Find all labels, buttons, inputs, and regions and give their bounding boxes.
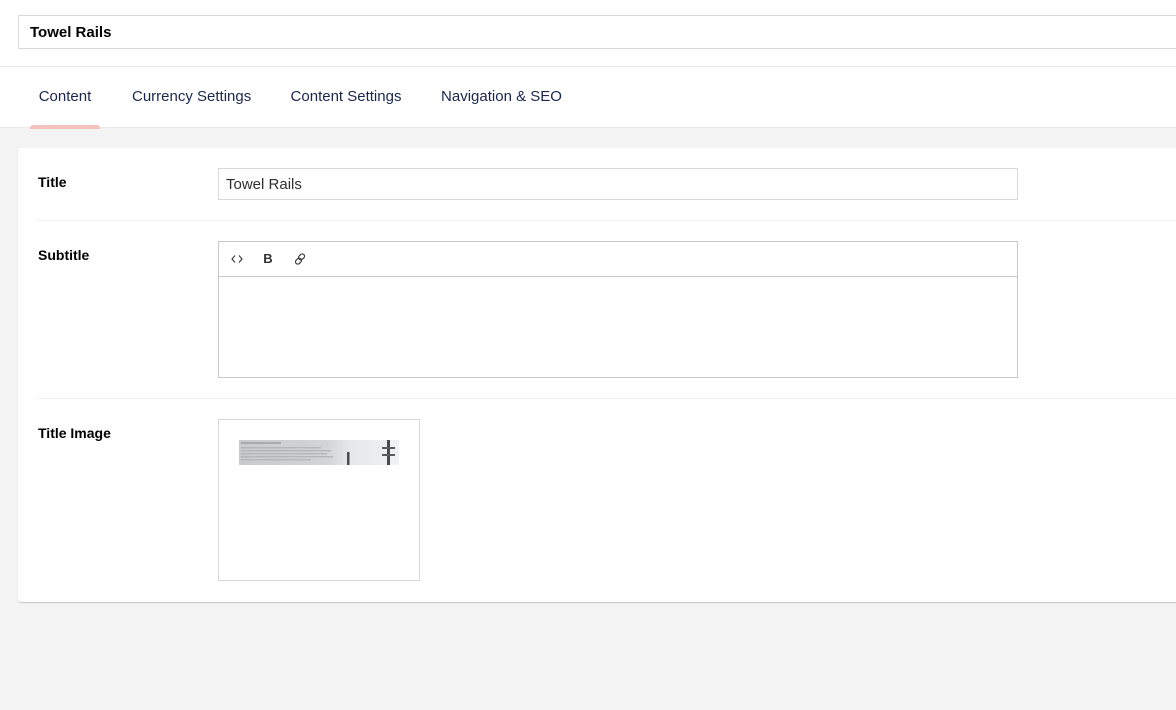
tab-content[interactable]: Content xyxy=(30,67,100,129)
link-icon[interactable] xyxy=(289,250,311,268)
tab-content-settings[interactable]: Content Settings xyxy=(290,67,402,128)
rte-toolbar: B xyxy=(219,242,1017,277)
tab-currency-settings-label: Currency Settings xyxy=(132,88,252,105)
row-divider xyxy=(38,398,1176,399)
active-tab-indicator xyxy=(30,125,100,129)
title-image-thumbnail xyxy=(239,440,399,465)
bold-button[interactable]: B xyxy=(257,250,279,268)
title-image-label: Title Image xyxy=(38,425,111,441)
title-label: Title xyxy=(38,174,67,190)
tab-navigation-seo[interactable]: Navigation & SEO xyxy=(441,67,562,128)
header-bar xyxy=(0,0,1176,67)
tab-content-label: Content xyxy=(38,88,92,105)
content-panel: Title Subtitle B Title Image xyxy=(18,148,1176,602)
tab-bar: Content Currency Settings Content Settin… xyxy=(0,67,1176,129)
subtitle-editor-body[interactable] xyxy=(219,278,1017,377)
title-image-picker[interactable] xyxy=(218,419,420,581)
title-input[interactable] xyxy=(218,168,1018,200)
subtitle-rich-text-editor: B xyxy=(218,241,1018,378)
tab-content-settings-label: Content Settings xyxy=(290,88,402,105)
subtitle-label: Subtitle xyxy=(38,247,90,263)
content-name-input[interactable] xyxy=(18,15,1176,49)
tab-navigation-seo-label: Navigation & SEO xyxy=(441,88,562,105)
tab-currency-settings[interactable]: Currency Settings xyxy=(132,67,252,128)
row-divider xyxy=(38,220,1176,221)
code-icon[interactable] xyxy=(226,250,248,268)
